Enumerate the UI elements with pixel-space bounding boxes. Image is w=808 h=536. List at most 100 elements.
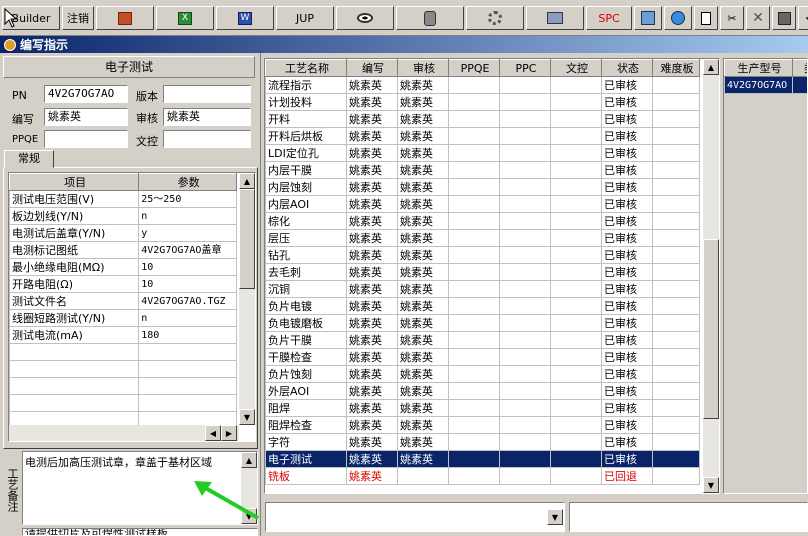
- scroll-thumb[interactable]: [239, 189, 255, 289]
- process-col-header[interactable]: 审核: [397, 59, 449, 77]
- process-row[interactable]: 负电镀磨板 姚素英 姚素英 已审核: [265, 314, 700, 332]
- process-author-cell: 姚素英: [346, 399, 398, 417]
- process-vscroll[interactable]: ▲ ▼: [703, 59, 719, 493]
- scroll-up-icon[interactable]: ▲: [703, 59, 719, 75]
- ppt-button[interactable]: [96, 6, 154, 30]
- process-col-header[interactable]: 编写: [346, 59, 398, 77]
- scroll-left-icon[interactable]: ◀: [205, 425, 221, 441]
- param-row[interactable]: 板边划线(Y/N) n: [9, 207, 237, 225]
- new-button[interactable]: [694, 6, 718, 30]
- author-field[interactable]: 姚素英: [44, 108, 128, 126]
- bottom-combo[interactable]: ▼: [265, 502, 565, 532]
- scroll-up-icon[interactable]: ▲: [239, 173, 255, 189]
- param-value-cell[interactable]: n: [138, 309, 237, 327]
- tab-general[interactable]: 常规: [4, 150, 54, 168]
- param-row[interactable]: 开路电阻(Ω) 10: [9, 275, 237, 293]
- jup-button[interactable]: JUP: [276, 6, 334, 30]
- process-row[interactable]: 内层AOI 姚素英 姚素英 已审核: [265, 195, 700, 213]
- params-vscroll[interactable]: ▲ ▼: [239, 173, 255, 425]
- ppqe-field[interactable]: [44, 130, 128, 148]
- doc-control-field[interactable]: [163, 130, 251, 148]
- process-row[interactable]: 流程指示 姚素英 姚素英 已审核: [265, 76, 700, 94]
- process-col-header[interactable]: PPQE: [448, 59, 500, 77]
- excel-button[interactable]: X: [156, 6, 214, 30]
- scroll-down-icon[interactable]: ▼: [703, 477, 719, 493]
- param-row[interactable]: 测试文件名 4V2G7OG7AO.TGZ: [9, 292, 237, 310]
- word-button[interactable]: W: [216, 6, 274, 30]
- process-row[interactable]: 负片蚀刻 姚素英 姚素英 已审核: [265, 365, 700, 383]
- process-row[interactable]: 内层蚀刻 姚素英 姚素英 已审核: [265, 178, 700, 196]
- process-row[interactable]: 棕化 姚素英 姚素英 已审核: [265, 212, 700, 230]
- process-row[interactable]: 内层干膜 姚素英 姚素英 已审核: [265, 161, 700, 179]
- process-row[interactable]: 去毛刺 姚素英 姚素英 已审核: [265, 263, 700, 281]
- reviewer-field[interactable]: 姚素英: [163, 108, 251, 126]
- col-type-header[interactable]: 类: [792, 59, 807, 77]
- cut-button[interactable]: ✂: [720, 6, 744, 30]
- web-button[interactable]: [664, 6, 692, 30]
- process-row[interactable]: 阻焊检查 姚素英 姚素英 已审核: [265, 416, 700, 434]
- process-row[interactable]: 铣板 姚素英 已回退: [265, 467, 700, 485]
- tools-button[interactable]: [466, 6, 524, 30]
- model-row[interactable]: 4V2G7OG7AO: [724, 76, 807, 94]
- process-col-header[interactable]: 工艺名称: [265, 59, 347, 77]
- process-row[interactable]: LDI定位孔 姚素英 姚素英 已审核: [265, 144, 700, 162]
- col-model-header[interactable]: 生产型号: [724, 59, 793, 77]
- view-button[interactable]: [336, 6, 394, 30]
- process-col-header[interactable]: 文控: [550, 59, 602, 77]
- process-row[interactable]: 外层AOI 姚素英 姚素英 已审核: [265, 382, 700, 400]
- param-row[interactable]: 测试电压范围(V) 25～250: [9, 190, 237, 208]
- params-hscroll[interactable]: ◀ ▶: [9, 425, 239, 441]
- refresh-button[interactable]: [634, 6, 662, 30]
- bottom-field[interactable]: [569, 502, 808, 532]
- process-row[interactable]: 干膜检查 姚素英 姚素英 已审核: [265, 348, 700, 366]
- database-button[interactable]: [396, 6, 464, 30]
- process-col-header[interactable]: PPC: [499, 59, 551, 77]
- process-empty-cell: [652, 280, 700, 298]
- process-row[interactable]: 负片电镀 姚素英 姚素英 已审核: [265, 297, 700, 315]
- process-row[interactable]: 字符 姚素英 姚素英 已审核: [265, 433, 700, 451]
- process-row[interactable]: 负片干膜 姚素英 姚素英 已审核: [265, 331, 700, 349]
- scroll-right-icon[interactable]: ▶: [221, 425, 237, 441]
- param-value-cell[interactable]: 4V2G7OG7AO盖章: [138, 241, 237, 259]
- print-button[interactable]: [526, 6, 584, 30]
- scroll-thumb[interactable]: [703, 239, 719, 419]
- process-col-header[interactable]: 状态: [601, 59, 653, 77]
- param-value-cell[interactable]: 4V2G7OG7AO.TGZ: [138, 292, 237, 310]
- col-param-header[interactable]: 参数: [138, 173, 237, 191]
- param-row[interactable]: 电测标记图纸 4V2G7OG7AO盖章: [9, 241, 237, 259]
- param-row[interactable]: 最小绝缘电阻(MΩ) 10: [9, 258, 237, 276]
- logout-button[interactable]: 注销: [62, 6, 94, 30]
- database-icon: [424, 10, 436, 26]
- spc-button[interactable]: SPC: [586, 6, 632, 30]
- process-status-cell: 已审核: [601, 365, 653, 383]
- scroll-down-icon[interactable]: ▼: [239, 409, 255, 425]
- notes-secondary-field[interactable]: 请提供切片及可焊性测试样板: [22, 528, 258, 536]
- delete-button[interactable]: ✕: [746, 6, 770, 30]
- param-value-cell[interactable]: 25～250: [138, 190, 237, 208]
- param-value-cell[interactable]: n: [138, 207, 237, 225]
- process-row[interactable]: 开料后烘板 姚素英 姚素英 已审核: [265, 127, 700, 145]
- process-col-header[interactable]: 难度板: [652, 59, 700, 77]
- col-item-header[interactable]: 项目: [9, 173, 140, 191]
- param-row[interactable]: 线圈短路测试(Y/N) n: [9, 309, 237, 327]
- scroll-up-icon[interactable]: ▲: [241, 452, 257, 468]
- save-button[interactable]: [772, 6, 796, 30]
- param-value-cell[interactable]: 10: [138, 258, 237, 276]
- param-value-cell[interactable]: 180: [138, 326, 237, 344]
- param-value-cell[interactable]: y: [138, 224, 237, 242]
- param-value-cell[interactable]: 10: [138, 275, 237, 293]
- process-row[interactable]: 沉铜 姚素英 姚素英 已审核: [265, 280, 700, 298]
- param-row[interactable]: 测试电流(mA) 180: [9, 326, 237, 344]
- process-row[interactable]: 层压 姚素英 姚素英 已审核: [265, 229, 700, 247]
- process-name-cell: 内层AOI: [265, 195, 347, 213]
- param-row[interactable]: 电测试后盖章(Y/N) y: [9, 224, 237, 242]
- process-row[interactable]: 电子测试 姚素英 姚素英 已审核: [265, 450, 700, 468]
- process-row[interactable]: 开料 姚素英 姚素英 已审核: [265, 110, 700, 128]
- undo-button[interactable]: ↶: [798, 6, 808, 30]
- chevron-down-icon[interactable]: ▼: [547, 509, 563, 525]
- version-field[interactable]: [163, 85, 251, 103]
- pn-field[interactable]: 4V2G7OG7AO: [44, 85, 128, 103]
- process-row[interactable]: 阻焊 姚素英 姚素英 已审核: [265, 399, 700, 417]
- process-row[interactable]: 钻孔 姚素英 姚素英 已审核: [265, 246, 700, 264]
- process-row[interactable]: 计划投料 姚素英 姚素英 已审核: [265, 93, 700, 111]
